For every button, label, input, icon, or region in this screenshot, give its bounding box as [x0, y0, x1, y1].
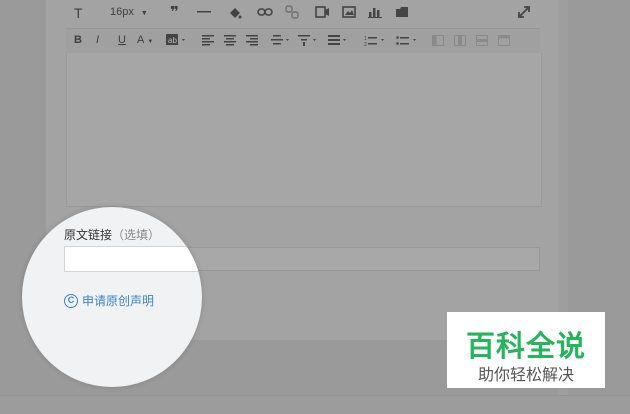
source-link-input[interactable]	[64, 246, 202, 272]
original-claim-link[interactable]: C 申请原创声明	[64, 292, 154, 309]
horizontal-rule-icon[interactable]	[197, 11, 211, 13]
ordered-list-icon[interactable]: 12	[364, 35, 386, 46]
watermark-logo: 百科全说 助你轻松解决	[447, 312, 605, 388]
indent-icon[interactable]	[271, 35, 291, 46]
editor-toolbar-main: T 16px ▼ ❞	[66, 0, 540, 26]
align-left-icon[interactable]	[202, 35, 214, 46]
original-claim-label: 申请原创声明	[82, 294, 155, 308]
bold-icon[interactable]: B	[74, 35, 82, 46]
link-icon[interactable]	[257, 7, 273, 17]
magnifier-lens: 原文链接（选填） C 申请原创声明	[22, 207, 202, 387]
folder-icon[interactable]	[395, 6, 409, 18]
video-icon[interactable]	[315, 6, 330, 18]
italic-icon[interactable]: I	[96, 35, 99, 46]
align-right-icon[interactable]	[246, 35, 258, 46]
image-icon[interactable]	[342, 6, 356, 18]
source-link-optional-hint: （选填）	[112, 228, 161, 242]
table-delete-icon[interactable]	[498, 35, 510, 46]
line-spacing-icon[interactable]	[298, 35, 318, 46]
blockquote-icon[interactable]: ❞	[170, 5, 179, 20]
source-link-label: 原文链接（选填）	[64, 226, 160, 243]
bullet-list-icon[interactable]	[396, 35, 418, 46]
font-size-select[interactable]: 16px ▼	[110, 7, 148, 18]
table-column-icon[interactable]	[454, 35, 466, 46]
editor-toolbar-format: B I U A ▼ ab 12	[66, 28, 540, 54]
table-insert-icon[interactable]	[432, 35, 444, 46]
watermark-subtitle: 助你轻松解决	[477, 367, 574, 384]
editor-content-area[interactable]	[66, 53, 542, 207]
text-format-icon[interactable]: T	[74, 6, 83, 20]
watermark-title: 百科全说	[465, 331, 586, 363]
chevron-down-icon: ▼	[140, 10, 148, 17]
highlight-icon[interactable]: ab	[166, 34, 188, 46]
chart-icon[interactable]	[368, 6, 382, 18]
font-color-icon[interactable]: A ▼	[137, 35, 153, 46]
unlink-icon[interactable]	[285, 5, 299, 19]
copyright-icon: C	[64, 293, 78, 308]
bottom-strip	[0, 395, 630, 414]
fullscreen-icon[interactable]	[518, 6, 530, 18]
paragraph-spacing-icon[interactable]	[328, 35, 348, 46]
font-size-value: 16px	[110, 6, 134, 18]
svg-text:2: 2	[364, 42, 367, 46]
svg-text:ab: ab	[168, 36, 177, 45]
align-center-icon[interactable]	[224, 35, 236, 46]
table-merge-icon[interactable]	[476, 35, 488, 46]
source-link-label-text: 原文链接	[64, 228, 113, 242]
underline-icon[interactable]: U	[118, 35, 126, 46]
format-brush-icon[interactable]	[228, 5, 242, 19]
